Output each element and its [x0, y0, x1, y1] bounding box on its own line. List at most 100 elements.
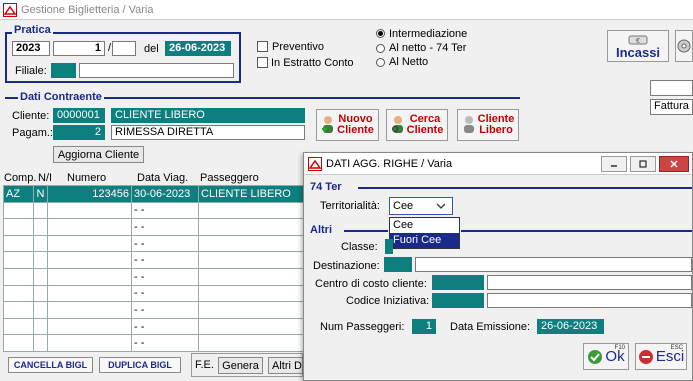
esci-button[interactable]: ESC Esci: [635, 343, 687, 370]
cell-passeggero[interactable]: [198, 334, 304, 352]
preventivo-checkbox[interactable]: [257, 41, 268, 52]
cell-ni[interactable]: N: [33, 185, 48, 203]
cell-passeggero[interactable]: [198, 201, 304, 220]
cerca-cliente-button[interactable]: Cerca Cliente: [386, 109, 448, 141]
radio-intermediazione[interactable]: [376, 29, 385, 38]
incassi-button[interactable]: € Incassi: [607, 30, 669, 62]
cell-data-viag[interactable]: - -: [131, 201, 199, 220]
cell-data-viag[interactable]: - -: [131, 284, 199, 303]
cell-passeggero[interactable]: [198, 234, 304, 253]
cell-ni[interactable]: [33, 301, 48, 319]
cell-numero[interactable]: [47, 301, 132, 319]
pratica-date-field[interactable]: 26-06-2023: [165, 41, 231, 56]
cell-data-viag[interactable]: 30-06-2023: [131, 185, 199, 203]
cell-passeggero[interactable]: [198, 317, 304, 336]
cell-comp[interactable]: [3, 284, 34, 303]
cell-numero[interactable]: 123456: [47, 185, 132, 203]
fattura-field[interactable]: Fattura r: [650, 99, 693, 115]
destinazione-name-field[interactable]: [415, 257, 692, 272]
cell-ni[interactable]: [33, 317, 48, 336]
right-empty-field[interactable]: [650, 80, 693, 96]
estratto-conto-checkbox[interactable]: [257, 57, 268, 68]
cell-data-viag[interactable]: - -: [131, 251, 199, 269]
close-button[interactable]: [659, 156, 689, 172]
codice-iniziativa-name-field[interactable]: [487, 293, 692, 308]
cell-data-viag[interactable]: - -: [131, 301, 199, 319]
disk-button[interactable]: [675, 30, 693, 62]
cell-numero[interactable]: [47, 317, 132, 336]
data-emissione-field[interactable]: 26-06-2023: [537, 319, 604, 334]
minimize-button[interactable]: [601, 156, 627, 172]
territorialita-option-cee[interactable]: Cee: [390, 218, 459, 233]
cell-data-viag[interactable]: - -: [131, 334, 199, 352]
pratica-suffix-field[interactable]: [112, 41, 136, 56]
nuovo-cliente-button[interactable]: Nuovo Cliente: [316, 109, 379, 141]
table-row[interactable]: - -: [3, 267, 304, 286]
cell-passeggero[interactable]: CLIENTE LIBERO: [198, 185, 304, 203]
aggiorna-cliente-button[interactable]: Aggiorna Cliente: [53, 146, 144, 163]
cliente-name-field[interactable]: CLIENTE LIBERO: [111, 108, 305, 123]
table-row[interactable]: - -: [3, 201, 304, 220]
cell-ni[interactable]: [33, 201, 48, 220]
centro-costo-code-field[interactable]: [432, 275, 484, 290]
table-row[interactable]: - -: [3, 334, 304, 352]
cell-ni[interactable]: [33, 267, 48, 286]
codice-iniziativa-code-field[interactable]: [432, 293, 484, 308]
cell-numero[interactable]: [47, 267, 132, 286]
cell-numero[interactable]: [47, 284, 132, 303]
cell-numero[interactable]: [47, 201, 132, 220]
cell-comp[interactable]: [3, 301, 34, 319]
cell-comp[interactable]: [3, 201, 34, 220]
cell-comp[interactable]: [3, 251, 34, 269]
genera-button[interactable]: Genera: [218, 357, 263, 374]
table-row[interactable]: - -: [3, 317, 304, 336]
pagam-name-field[interactable]: RIMESSA DIRETTA: [111, 125, 305, 140]
cell-ni[interactable]: [33, 234, 48, 253]
cancella-bigl-button[interactable]: CANCELLA BIGL: [8, 357, 93, 373]
table-row[interactable]: - -: [3, 218, 304, 236]
cell-passeggero[interactable]: [198, 218, 304, 236]
cell-passeggero[interactable]: [198, 284, 304, 303]
territorialita-select[interactable]: Cee: [389, 197, 453, 215]
table-row[interactable]: - -: [3, 251, 304, 269]
ok-button[interactable]: F10 Ok: [583, 343, 629, 370]
cell-comp[interactable]: [3, 218, 34, 236]
cell-passeggero[interactable]: [198, 267, 304, 286]
cliente-code-field[interactable]: 0000001: [53, 108, 105, 123]
num-passeggeri-field[interactable]: 1: [412, 319, 436, 334]
cell-numero[interactable]: [47, 234, 132, 253]
centro-costo-name-field[interactable]: [487, 275, 692, 290]
cell-comp[interactable]: AZ: [3, 185, 34, 203]
destinazione-code-field[interactable]: [384, 257, 412, 272]
cell-comp[interactable]: [3, 267, 34, 286]
pratica-year-field[interactable]: 2023: [12, 41, 50, 56]
cell-numero[interactable]: [47, 251, 132, 269]
cell-ni[interactable]: [33, 218, 48, 236]
table-row[interactable]: AZ N 123456 30-06-2023 CLIENTE LIBERO: [3, 185, 304, 203]
cell-data-viag[interactable]: - -: [131, 267, 199, 286]
cell-comp[interactable]: [3, 234, 34, 253]
radio-al-netto-74ter[interactable]: [376, 44, 385, 53]
cell-passeggero[interactable]: [198, 251, 304, 269]
cell-data-viag[interactable]: - -: [131, 218, 199, 236]
maximize-button[interactable]: [630, 156, 656, 172]
cell-ni[interactable]: [33, 334, 48, 352]
table-row[interactable]: - -: [3, 301, 304, 319]
cell-numero[interactable]: [47, 218, 132, 236]
pagam-code-field[interactable]: 2: [53, 125, 105, 140]
table-row[interactable]: - -: [3, 284, 304, 303]
cell-passeggero[interactable]: [198, 301, 304, 319]
radio-al-netto[interactable]: [376, 58, 385, 67]
cell-ni[interactable]: [33, 284, 48, 303]
cell-comp[interactable]: [3, 317, 34, 336]
altri-dati-button[interactable]: Altri D: [268, 357, 303, 374]
duplica-bigl-button[interactable]: DUPLICA BIGL: [99, 357, 181, 373]
filiale-name-field[interactable]: [79, 63, 234, 78]
classe-code-field[interactable]: [385, 239, 393, 254]
table-row[interactable]: - -: [3, 234, 304, 253]
cell-comp[interactable]: [3, 334, 34, 352]
pratica-number-field[interactable]: 1: [53, 41, 105, 56]
cell-numero[interactable]: [47, 334, 132, 352]
cell-data-viag[interactable]: - -: [131, 234, 199, 253]
cliente-libero-button[interactable]: Cliente Libero: [457, 109, 519, 141]
